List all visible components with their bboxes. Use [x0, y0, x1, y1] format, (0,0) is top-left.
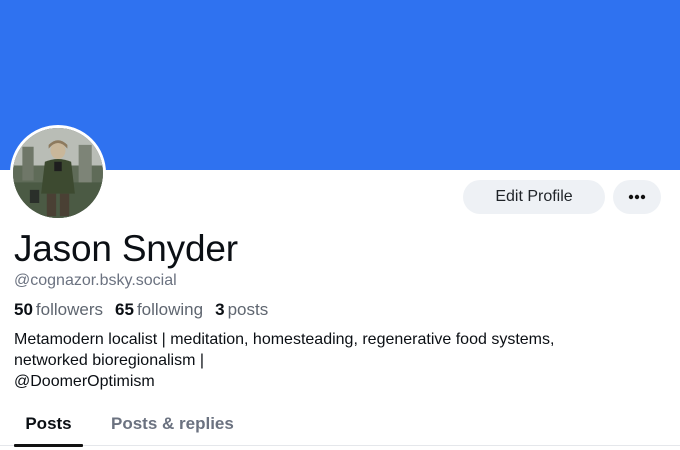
profile-bio: Metamodern localist | meditation, homest… — [14, 329, 654, 392]
avatar[interactable] — [10, 125, 106, 221]
profile-stats: 50 followers 65 following 3 posts — [14, 300, 268, 320]
posts-label: posts — [227, 300, 269, 319]
tab-posts[interactable]: Posts — [14, 404, 83, 447]
followers-stat[interactable]: 50 followers — [14, 300, 103, 320]
following-count: 65 — [115, 300, 134, 319]
more-options-button[interactable] — [613, 180, 661, 214]
ellipsis-icon — [628, 194, 646, 200]
profile-page: Edit Profile Jason Snyder @cognazor.bsky… — [0, 0, 680, 450]
bio-mention-link[interactable]: @DoomerOptimism — [14, 371, 654, 392]
profile-tabs: Posts Posts & replies — [0, 404, 680, 447]
profile-banner[interactable] — [0, 0, 680, 170]
posts-count: 3 — [215, 300, 225, 319]
followers-count: 50 — [14, 300, 33, 319]
avatar-photo — [13, 128, 103, 218]
profile-handle[interactable]: @cognazor.bsky.social — [14, 272, 177, 290]
bio-line: Metamodern localist | meditation, homest… — [14, 331, 555, 348]
tab-posts-and-replies[interactable]: Posts & replies — [111, 404, 234, 446]
following-label: following — [136, 300, 204, 319]
following-stat[interactable]: 65 following — [115, 300, 203, 320]
bio-line: networked bioregionalism | — [14, 352, 205, 369]
display-name: Jason Snyder — [14, 228, 238, 269]
edit-profile-button[interactable]: Edit Profile — [463, 180, 605, 214]
posts-stat: 3 posts — [215, 300, 268, 320]
followers-label: followers — [35, 300, 104, 319]
